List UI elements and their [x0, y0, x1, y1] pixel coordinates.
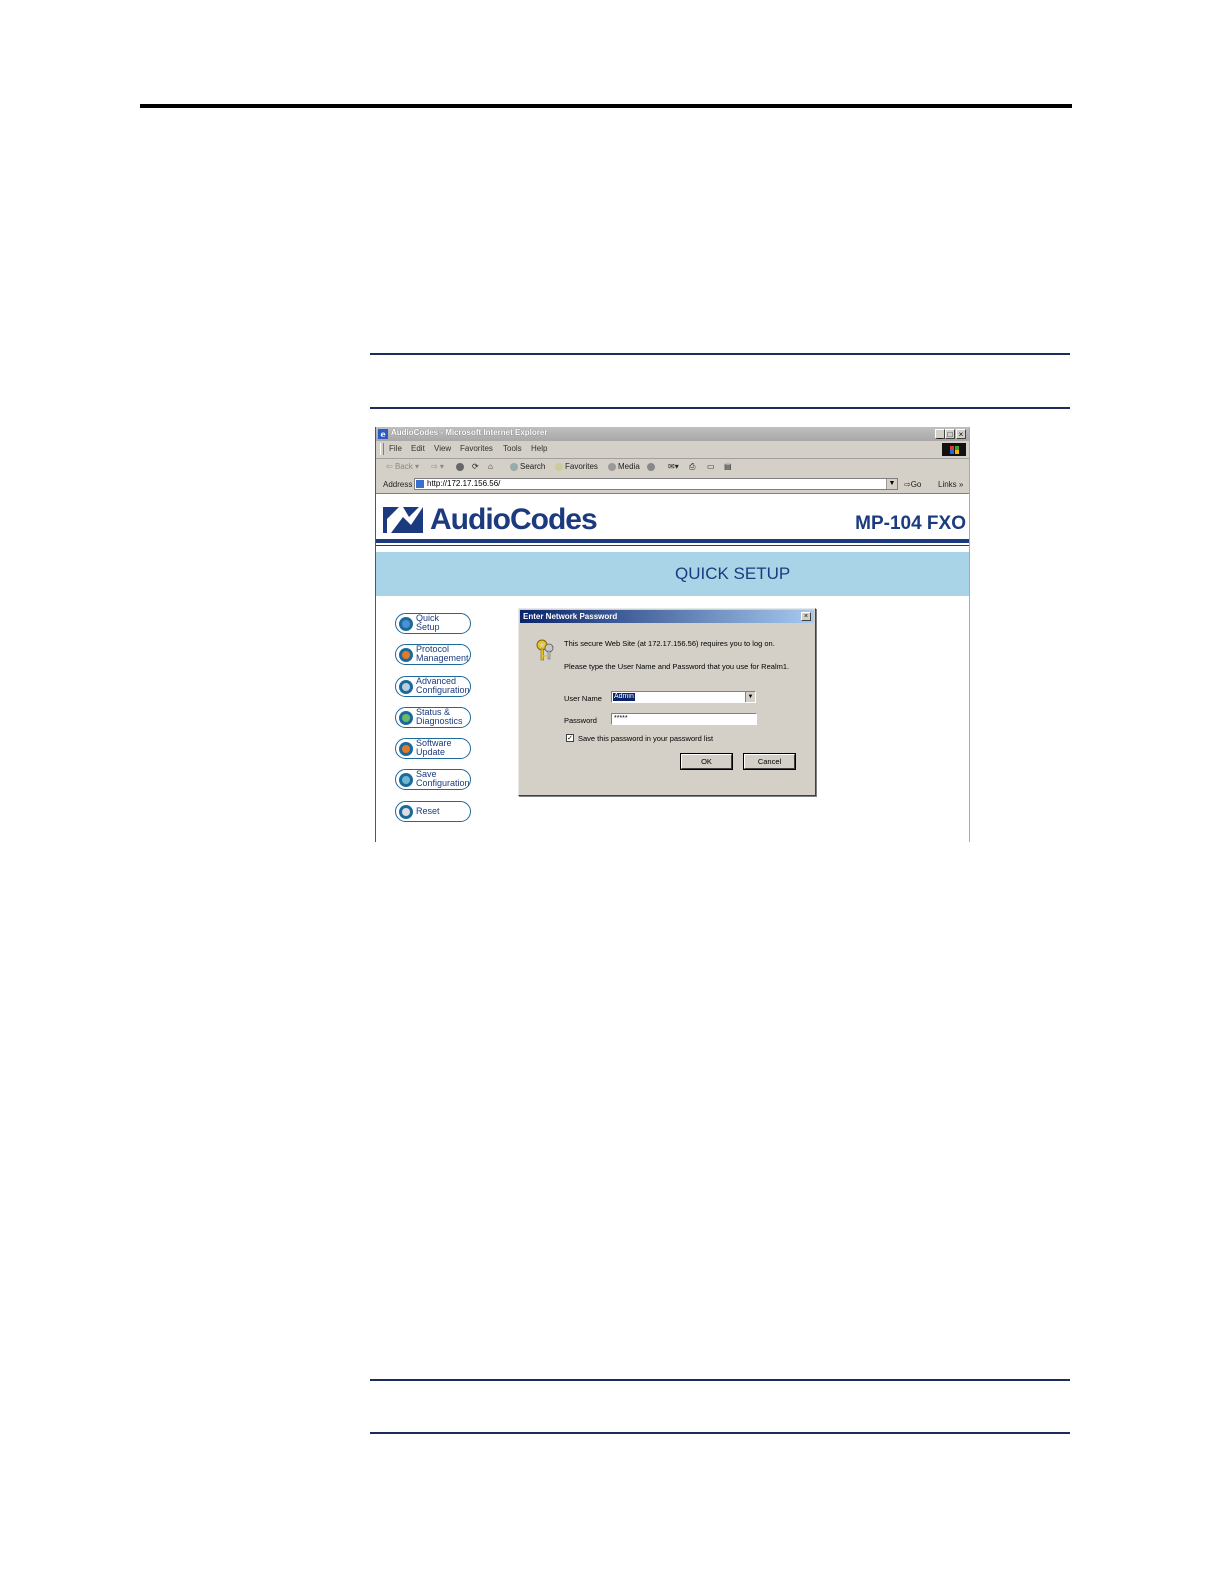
favorites-button[interactable]: Favorites: [555, 462, 598, 471]
menu-help[interactable]: Help: [531, 444, 547, 453]
menu-favorites[interactable]: Favorites: [460, 444, 493, 453]
nav-protocol-management[interactable]: Protocol Management: [395, 644, 471, 665]
dialog-close-icon[interactable]: ×: [801, 612, 811, 621]
links-button[interactable]: Links »: [938, 480, 963, 489]
nav-save-configuration[interactable]: Save Configuration: [395, 769, 471, 790]
standard-toolbar: ⇦ Back ▾ ⇨ ▾ ⟳ ⌂ Search Favorites Media …: [376, 459, 969, 477]
print-button[interactable]: ⎙: [689, 462, 695, 472]
page-icon: [416, 480, 424, 488]
page-title: QUICK SETUP: [675, 564, 791, 583]
nav-label: Software Update: [416, 738, 452, 757]
links-label: Links: [938, 480, 957, 489]
person-icon: [399, 617, 413, 631]
menu-bar: File Edit View Favorites Tools Help: [376, 441, 969, 459]
grid-icon: [399, 742, 413, 756]
media-icon: [608, 462, 616, 471]
discuss-button[interactable]: ▤: [724, 462, 732, 471]
menu-file[interactable]: File: [389, 444, 402, 453]
address-input[interactable]: http://172.17.156.56/ ▼: [414, 478, 898, 490]
close-icon[interactable]: ×: [956, 429, 966, 439]
username-combobox[interactable]: Admin ▼: [611, 691, 756, 703]
cancel-button[interactable]: Cancel: [744, 754, 795, 769]
back-button[interactable]: ⇦ Back ▾: [386, 462, 419, 471]
note-rule-top: [370, 1379, 1070, 1381]
wrench-icon: [399, 680, 413, 694]
keys-icon: [536, 639, 554, 661]
menu-tools[interactable]: Tools: [503, 444, 522, 453]
address-url: http://172.17.156.56/: [427, 479, 501, 488]
top-rule: [140, 104, 1072, 108]
favorites-label: Favorites: [565, 462, 598, 471]
address-bar: Address http://172.17.156.56/ ▼ ⇨Go Link…: [376, 476, 969, 494]
menu-grip: [380, 443, 384, 455]
search-button[interactable]: Search: [510, 462, 545, 471]
nav-label: Reset: [416, 806, 440, 816]
maximize-icon[interactable]: □: [945, 429, 955, 439]
ie-icon: e: [378, 429, 388, 439]
grid-icon: [399, 648, 413, 662]
menu-edit[interactable]: Edit: [411, 444, 425, 453]
edit-button[interactable]: ▭: [707, 462, 715, 471]
nav-label: Protocol Management: [416, 644, 469, 663]
caption-rule-bottom: [370, 407, 1070, 409]
window-titlebar: e AudioCodes - Microsoft Internet Explor…: [376, 427, 969, 441]
x-icon: [399, 805, 413, 819]
dialog-message: This secure Web Site (at 172.17.156.56) …: [564, 639, 775, 648]
model-name: MP-104 FXO: [855, 513, 966, 534]
note-rule-bottom: [370, 1432, 1070, 1434]
username-value: Admin: [613, 693, 635, 701]
header-divider-thin: [376, 545, 969, 546]
home-button[interactable]: ⌂: [488, 462, 493, 471]
dialog-titlebar: Enter Network Password ×: [520, 610, 814, 623]
chevron-down-icon[interactable]: ▼: [745, 692, 755, 702]
password-label: Password: [564, 716, 597, 725]
nav-software-update[interactable]: Software Update: [395, 738, 471, 759]
stop-icon: [456, 462, 464, 471]
username-label: User Name: [564, 694, 602, 703]
header-divider: [376, 539, 969, 543]
mail-button[interactable]: ✉▾: [668, 462, 679, 471]
go-label: Go: [910, 480, 922, 489]
ok-button[interactable]: OK: [681, 754, 732, 769]
network-password-dialog: Enter Network Password × This secure Web…: [518, 608, 816, 796]
browser-screenshot: e AudioCodes - Microsoft Internet Explor…: [375, 427, 970, 842]
menu-view[interactable]: View: [434, 444, 451, 453]
search-label: Search: [520, 462, 546, 471]
nav-quick-setup[interactable]: Quick Setup: [395, 613, 471, 634]
nav-advanced-configuration[interactable]: Advanced Configuration: [395, 676, 471, 697]
go-button[interactable]: ⇨Go: [904, 480, 921, 489]
star-icon: [555, 462, 563, 471]
minimize-icon[interactable]: _: [935, 429, 945, 439]
nav-label: Save Configuration: [416, 769, 470, 788]
history-icon: [647, 462, 655, 471]
disk-icon: [399, 773, 413, 787]
nav-label: Advanced Configuration: [416, 676, 470, 695]
brand-name: AudioCodes: [430, 503, 598, 536]
save-password-checkbox[interactable]: ✓: [566, 734, 574, 742]
nav-status-diagnostics[interactable]: Status & Diagnostics: [395, 707, 471, 728]
save-password-label: Save this password in your password list: [578, 734, 714, 743]
windows-logo-icon: [942, 443, 966, 456]
password-field[interactable]: *****: [611, 713, 757, 725]
nav-label: Status & Diagnostics: [416, 707, 463, 726]
address-label: Address: [383, 480, 413, 489]
window-title: AudioCodes - Microsoft Internet Explorer: [391, 428, 548, 437]
nav-reset[interactable]: Reset: [395, 801, 471, 822]
nav-label: Quick Setup: [416, 613, 440, 632]
media-label: Media: [618, 462, 640, 471]
dialog-title: Enter Network Password: [523, 612, 618, 621]
refresh-button[interactable]: ⟳: [472, 462, 479, 471]
address-dropdown-icon[interactable]: ▼: [886, 479, 897, 489]
dialog-instructions: Please type the User Name and Password t…: [564, 662, 790, 671]
audiocodes-logo-icon: [383, 507, 423, 533]
history-button[interactable]: [647, 462, 657, 471]
forward-button[interactable]: ⇨ ▾: [431, 462, 444, 471]
section-banner: QUICK SETUP: [376, 552, 969, 596]
search-icon: [510, 462, 518, 471]
monitor-icon: [399, 711, 413, 725]
back-label: Back: [394, 462, 413, 471]
stop-button[interactable]: [456, 462, 466, 471]
caption-rule-top: [370, 353, 1070, 355]
media-button[interactable]: Media: [608, 462, 640, 471]
